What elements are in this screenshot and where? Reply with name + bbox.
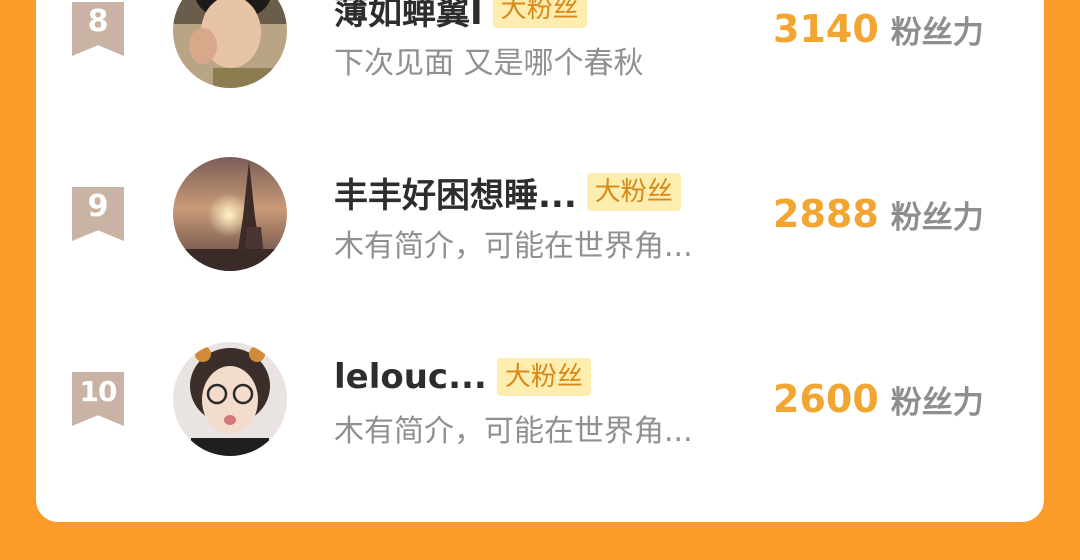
avatar[interactable] [173, 342, 287, 456]
rank-badge: 8 [72, 2, 124, 56]
list-item[interactable]: 8 薄如蝉翼I 大粉丝 下次见面 又是哪个春秋 3140 粉丝力 [0, 0, 1080, 92]
fan-level-badge: 大粉丝 [492, 0, 587, 28]
list-item[interactable]: 9 丰丰好困想睡... 大粉丝 木有简介，可能在世界角... 2888 粉丝力 [0, 155, 1080, 275]
rank-number: 10 [79, 375, 118, 408]
fan-level-badge: 大粉丝 [586, 173, 681, 211]
avatar-image [173, 157, 287, 271]
fan-power-score: 2600 [773, 377, 879, 421]
user-bio: 木有简介，可能在世界角... [334, 229, 693, 264]
fan-power-label: 粉丝力 [890, 384, 984, 421]
rank-badge: 9 [72, 187, 124, 241]
user-bio: 木有简介，可能在世界角... [334, 414, 693, 449]
avatar[interactable] [173, 157, 287, 271]
fan-power-score: 2888 [773, 192, 879, 236]
user-name[interactable]: 丰丰好困想睡... [334, 168, 577, 217]
user-bio: 下次见面 又是哪个春秋 [334, 46, 644, 81]
fan-power-label: 粉丝力 [890, 14, 984, 51]
rank-badge: 10 [72, 372, 124, 426]
avatar-image [173, 342, 287, 456]
fan-level-badge: 大粉丝 [496, 358, 591, 396]
user-name[interactable]: lelouc... [334, 357, 487, 397]
rank-number: 8 [87, 4, 109, 39]
avatar-image [173, 0, 287, 88]
fan-power-label: 粉丝力 [890, 199, 984, 236]
list-item[interactable]: 10 lelouc... 大粉丝 木有简介，可能在世界角... 2600 粉丝力 [0, 340, 1080, 460]
avatar[interactable] [173, 0, 287, 88]
fan-power-score: 3140 [773, 7, 879, 51]
user-name[interactable]: 薄如蝉翼I [334, 0, 483, 34]
rank-number: 9 [87, 189, 109, 224]
